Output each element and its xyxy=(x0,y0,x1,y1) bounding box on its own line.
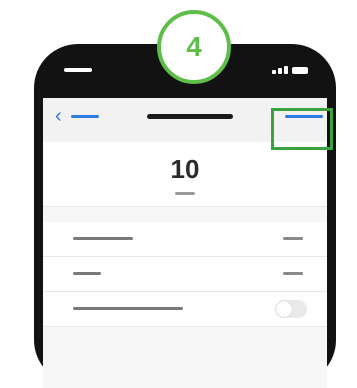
row-value xyxy=(283,272,303,275)
row-label xyxy=(73,272,101,275)
toggle-switch[interactable] xyxy=(275,300,307,318)
nav-title xyxy=(147,114,233,119)
row-label xyxy=(73,307,183,310)
list-item[interactable] xyxy=(43,257,327,292)
back-button[interactable] xyxy=(71,115,99,118)
list-item[interactable] xyxy=(43,222,327,257)
row-label xyxy=(73,237,133,240)
value-underline xyxy=(175,192,195,195)
value-display: 10 xyxy=(43,142,327,207)
settings-list xyxy=(43,222,327,327)
status-time xyxy=(64,68,92,72)
status-icons xyxy=(272,66,308,74)
list-item xyxy=(43,292,327,327)
toggle-knob xyxy=(276,301,292,317)
highlight-box xyxy=(271,108,333,150)
phone-frame: ‹ 10 xyxy=(34,44,336,388)
chevron-left-icon[interactable]: ‹ xyxy=(55,106,62,126)
step-badge: 4 xyxy=(157,10,231,84)
row-value xyxy=(283,237,303,240)
value-text: 10 xyxy=(170,154,200,184)
